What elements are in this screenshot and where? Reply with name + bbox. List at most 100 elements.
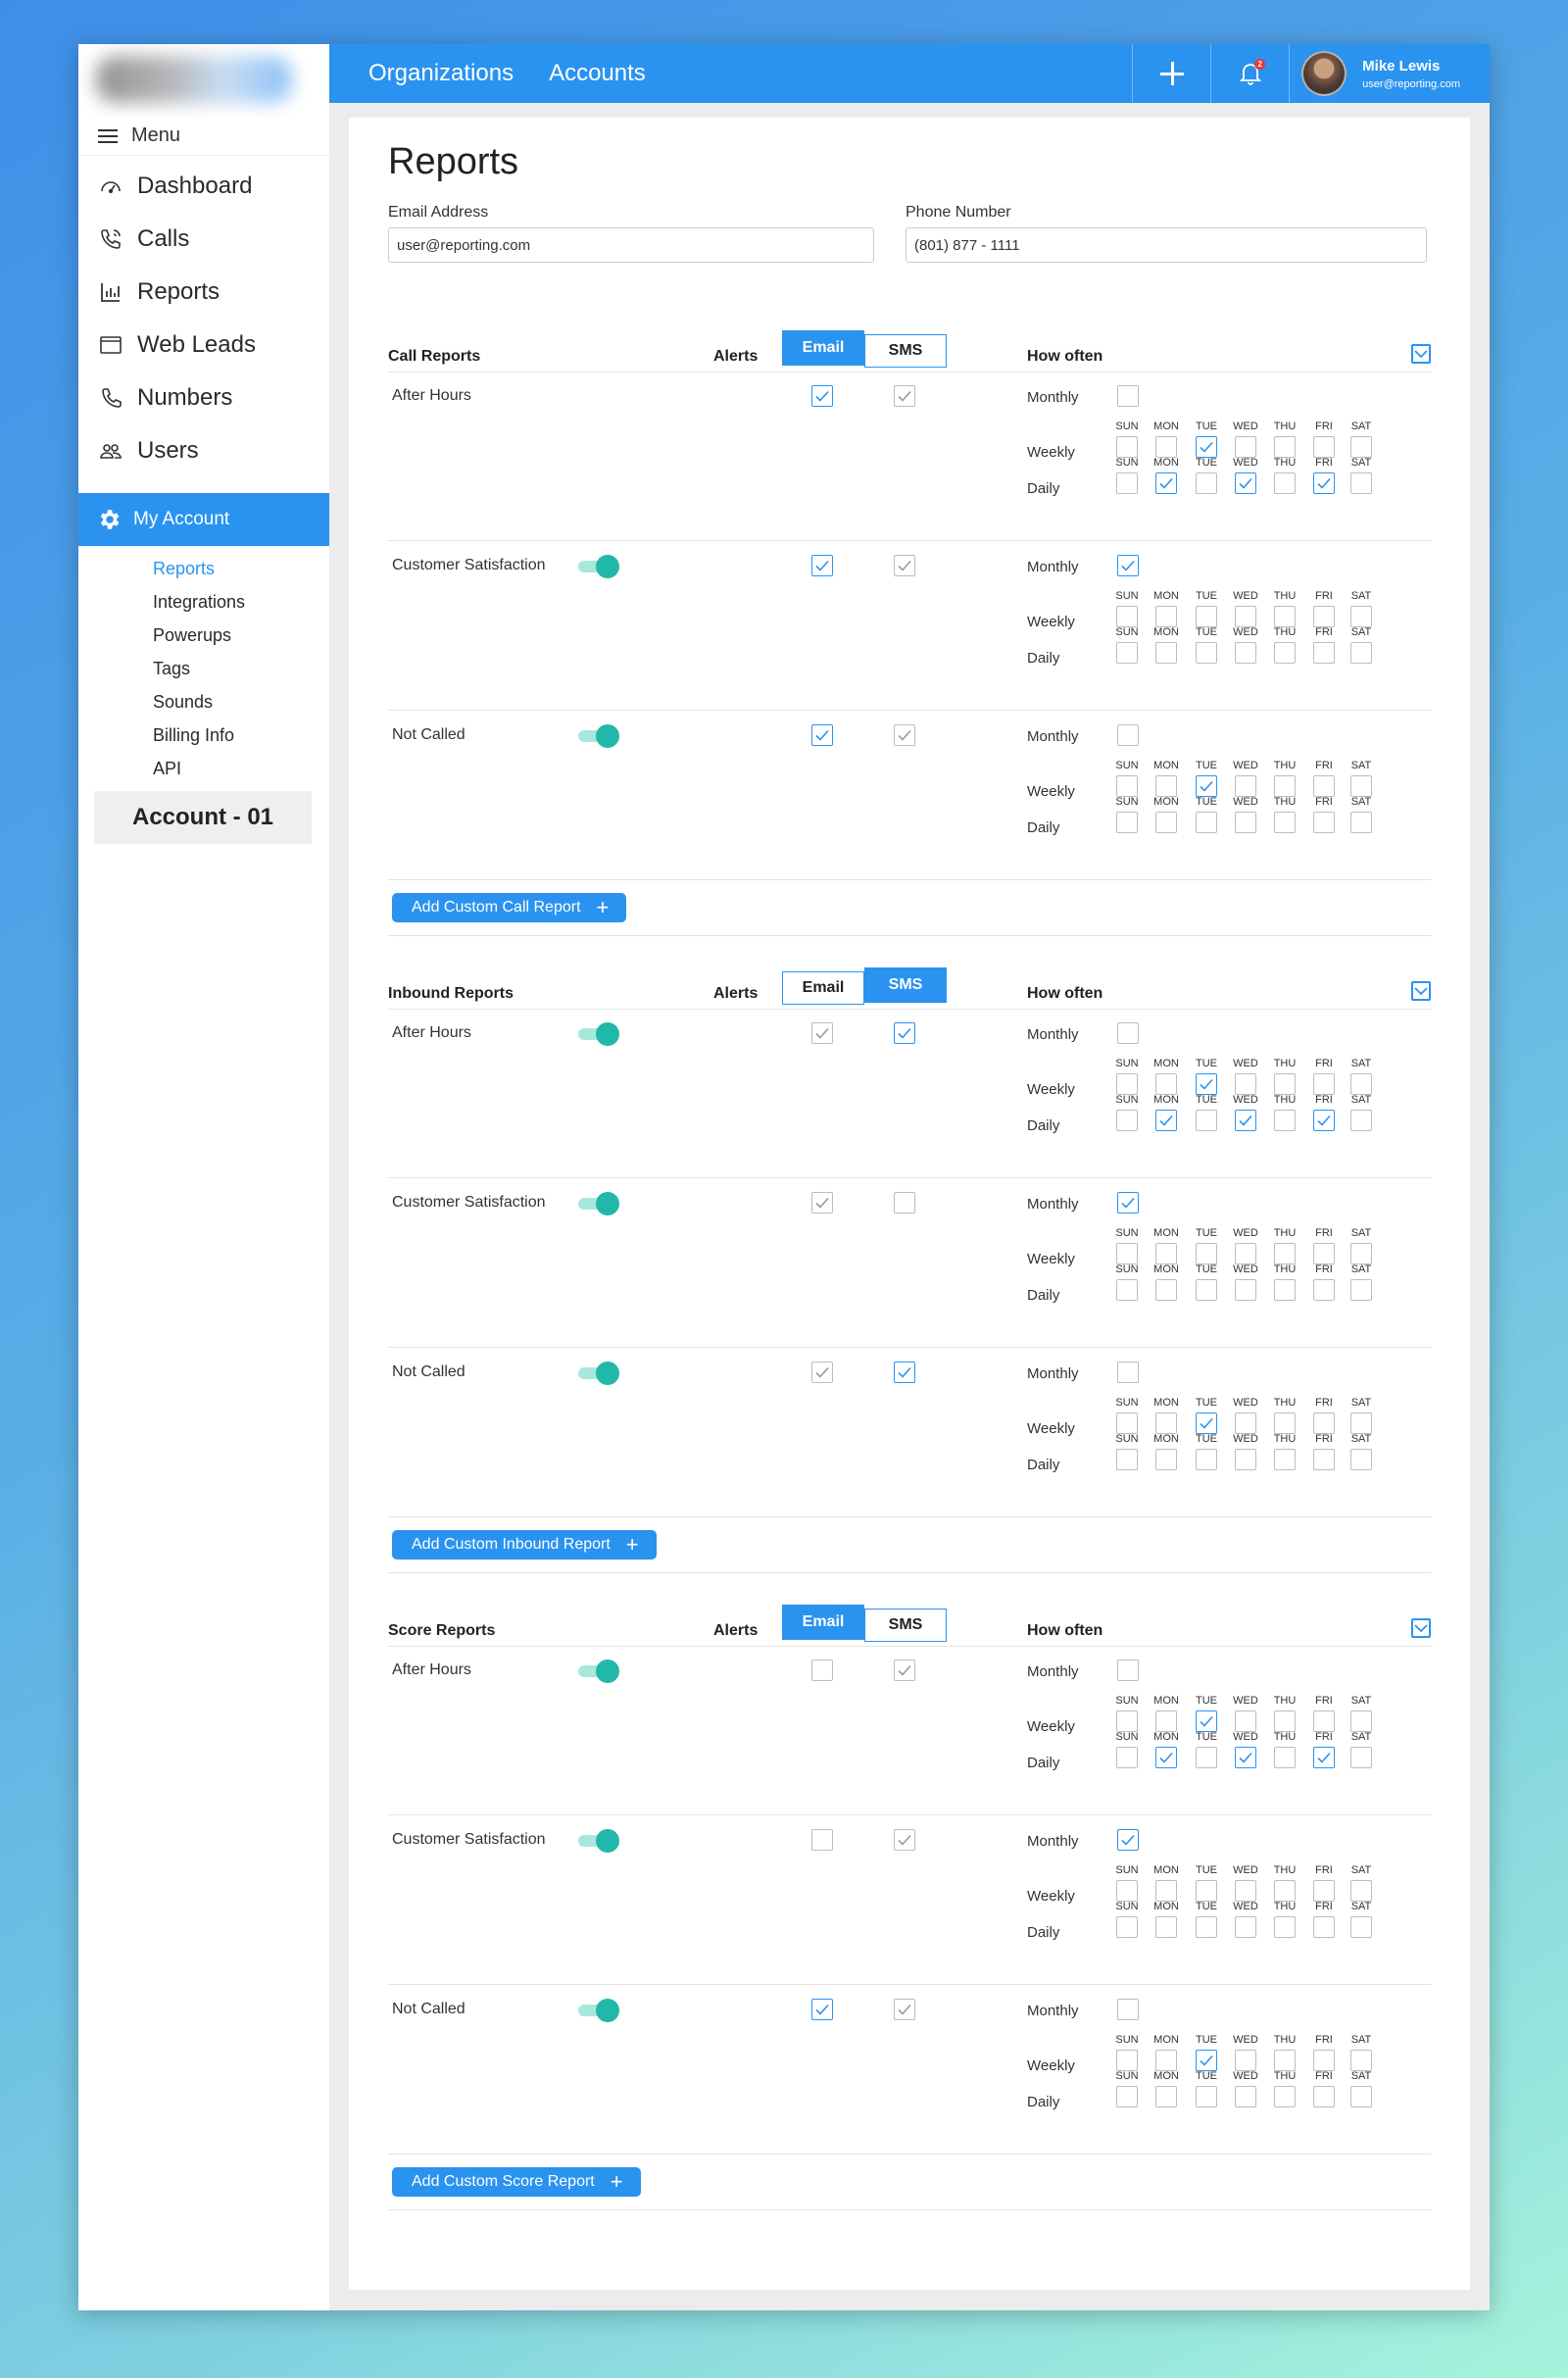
sidebar-item-calls[interactable]: Calls [78,213,329,266]
email-tab[interactable]: Email [782,971,864,1005]
daily-day-checkbox[interactable] [1274,812,1296,833]
add-custom-report-button[interactable]: Add Custom Inbound Report + [392,1530,657,1560]
weekly-day-checkbox[interactable] [1274,1073,1296,1095]
weekly-day-checkbox[interactable] [1235,775,1256,797]
sms-alert-checkbox[interactable] [894,1192,915,1214]
email-alert-checkbox[interactable] [811,1660,833,1681]
daily-day-checkbox[interactable] [1274,472,1296,494]
daily-day-checkbox[interactable] [1313,812,1335,833]
daily-day-checkbox[interactable] [1313,1747,1335,1768]
daily-day-checkbox[interactable] [1155,2086,1177,2107]
daily-day-checkbox[interactable] [1116,472,1138,494]
weekly-day-checkbox[interactable] [1350,436,1372,458]
sidebar-item-numbers[interactable]: Numbers [78,372,329,424]
subnav-billing-info[interactable]: Billing Info [153,718,329,752]
weekly-day-checkbox[interactable] [1274,775,1296,797]
nav-organizations[interactable]: Organizations [368,60,514,87]
weekly-day-checkbox[interactable] [1116,1880,1138,1902]
daily-day-checkbox[interactable] [1313,642,1335,664]
daily-day-checkbox[interactable] [1350,2086,1372,2107]
weekly-day-checkbox[interactable] [1155,1880,1177,1902]
menu-toggle[interactable]: Menu [78,117,329,156]
add-custom-report-button[interactable]: Add Custom Score Report + [392,2167,641,2197]
weekly-day-checkbox[interactable] [1155,1412,1177,1434]
collapse-chevron-icon[interactable] [1411,981,1431,1001]
daily-day-checkbox[interactable] [1155,812,1177,833]
sms-alert-checkbox[interactable] [894,1660,915,1681]
weekly-day-checkbox[interactable] [1155,436,1177,458]
monthly-checkbox[interactable] [1117,555,1139,576]
daily-day-checkbox[interactable] [1313,1449,1335,1470]
monthly-checkbox[interactable] [1117,1192,1139,1214]
weekly-day-checkbox[interactable] [1313,2050,1335,2071]
subnav-api[interactable]: API [153,752,329,785]
monthly-checkbox[interactable] [1117,1362,1139,1383]
weekly-day-checkbox[interactable] [1116,2050,1138,2071]
add-button[interactable] [1132,44,1210,103]
daily-day-checkbox[interactable] [1313,2086,1335,2107]
weekly-day-checkbox[interactable] [1196,1880,1217,1902]
sms-alert-checkbox[interactable] [894,385,915,407]
weekly-day-checkbox[interactable] [1196,2050,1217,2071]
weekly-day-checkbox[interactable] [1274,1710,1296,1732]
daily-day-checkbox[interactable] [1196,1279,1217,1301]
daily-day-checkbox[interactable] [1196,472,1217,494]
daily-day-checkbox[interactable] [1116,812,1138,833]
weekly-day-checkbox[interactable] [1196,436,1217,458]
daily-day-checkbox[interactable] [1235,1916,1256,1938]
daily-day-checkbox[interactable] [1274,1449,1296,1470]
weekly-day-checkbox[interactable] [1350,1243,1372,1264]
report-toggle[interactable] [578,1192,619,1215]
daily-day-checkbox[interactable] [1350,1747,1372,1768]
daily-day-checkbox[interactable] [1235,1449,1256,1470]
sidebar-item-dashboard[interactable]: Dashboard [78,160,329,213]
email-alert-checkbox[interactable] [811,555,833,576]
daily-day-checkbox[interactable] [1313,472,1335,494]
monthly-checkbox[interactable] [1117,1022,1139,1044]
report-toggle[interactable] [578,724,619,748]
weekly-day-checkbox[interactable] [1313,1710,1335,1732]
weekly-day-checkbox[interactable] [1235,1243,1256,1264]
report-toggle[interactable] [578,1362,619,1385]
weekly-day-checkbox[interactable] [1196,1073,1217,1095]
weekly-day-checkbox[interactable] [1196,606,1217,627]
daily-day-checkbox[interactable] [1235,1279,1256,1301]
report-toggle[interactable] [578,555,619,578]
email-alert-checkbox[interactable] [811,1192,833,1214]
weekly-day-checkbox[interactable] [1313,1412,1335,1434]
subnav-sounds[interactable]: Sounds [153,685,329,718]
daily-day-checkbox[interactable] [1196,812,1217,833]
daily-day-checkbox[interactable] [1116,1279,1138,1301]
sidebar-item-web-leads[interactable]: Web Leads [78,319,329,372]
weekly-day-checkbox[interactable] [1313,436,1335,458]
weekly-day-checkbox[interactable] [1235,606,1256,627]
weekly-day-checkbox[interactable] [1116,1412,1138,1434]
monthly-checkbox[interactable] [1117,724,1139,746]
weekly-day-checkbox[interactable] [1313,606,1335,627]
report-toggle[interactable] [578,1022,619,1046]
daily-day-checkbox[interactable] [1155,642,1177,664]
weekly-day-checkbox[interactable] [1313,1073,1335,1095]
weekly-day-checkbox[interactable] [1155,606,1177,627]
weekly-day-checkbox[interactable] [1313,1880,1335,1902]
daily-day-checkbox[interactable] [1313,1110,1335,1131]
weekly-day-checkbox[interactable] [1155,1073,1177,1095]
weekly-day-checkbox[interactable] [1274,1243,1296,1264]
weekly-day-checkbox[interactable] [1350,1073,1372,1095]
daily-day-checkbox[interactable] [1116,2086,1138,2107]
collapse-chevron-icon[interactable] [1411,1618,1431,1638]
daily-day-checkbox[interactable] [1274,1110,1296,1131]
weekly-day-checkbox[interactable] [1196,775,1217,797]
daily-day-checkbox[interactable] [1274,1916,1296,1938]
monthly-checkbox[interactable] [1117,385,1139,407]
daily-day-checkbox[interactable] [1235,472,1256,494]
daily-day-checkbox[interactable] [1350,812,1372,833]
daily-day-checkbox[interactable] [1274,642,1296,664]
report-toggle[interactable] [578,1829,619,1853]
subnav-powerups[interactable]: Powerups [153,619,329,652]
daily-day-checkbox[interactable] [1350,1110,1372,1131]
weekly-day-checkbox[interactable] [1350,606,1372,627]
daily-day-checkbox[interactable] [1313,1279,1335,1301]
daily-day-checkbox[interactable] [1274,2086,1296,2107]
weekly-day-checkbox[interactable] [1274,436,1296,458]
